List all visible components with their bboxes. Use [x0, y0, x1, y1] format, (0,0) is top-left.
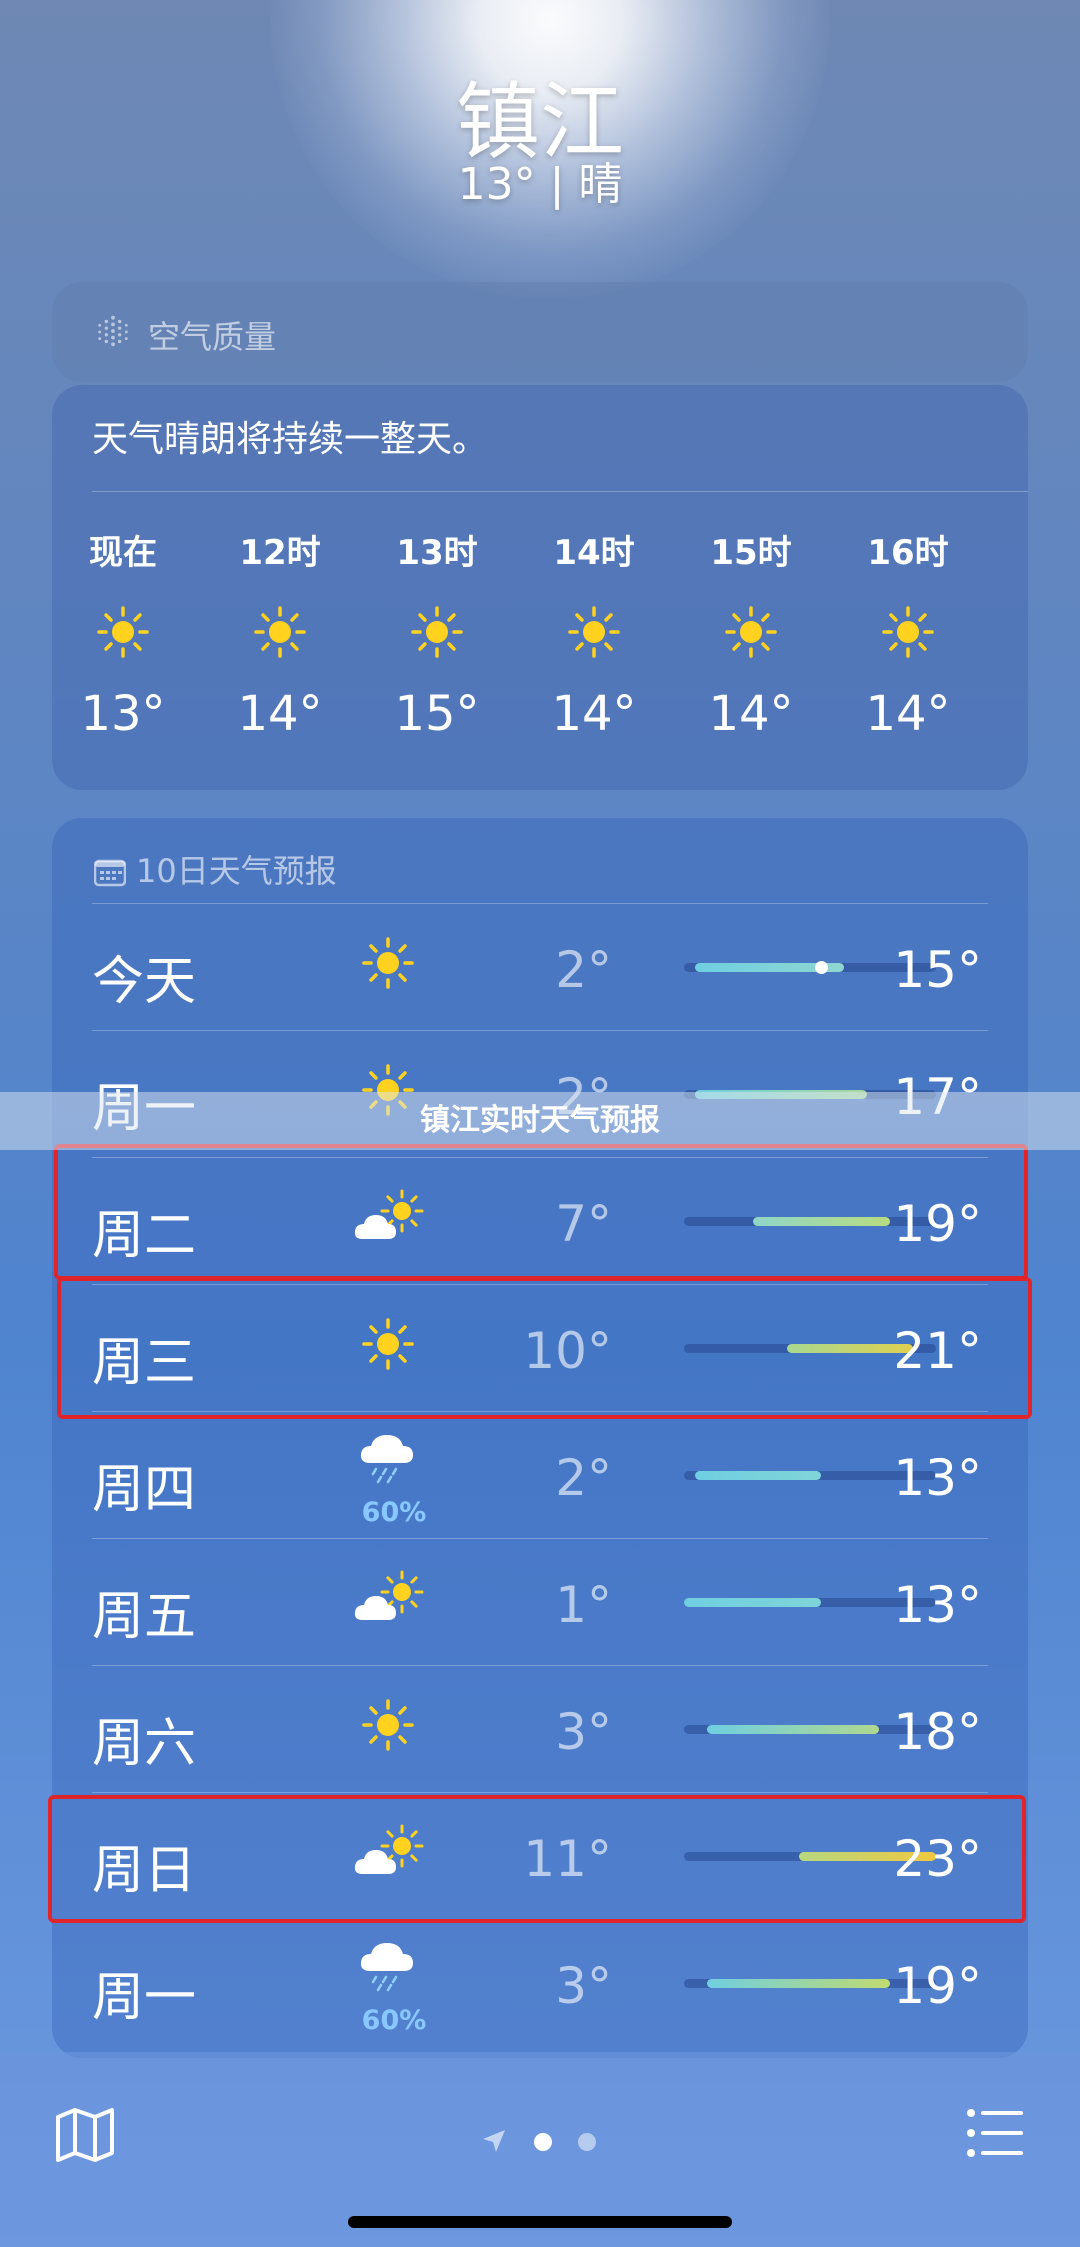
hour-item: 15时 14° [691, 525, 811, 742]
highlight-box-sunday [48, 1795, 1026, 1923]
hourly-forecast-card[interactable]: 天气晴朗将持续一整天。 现在 13° 12时 14° 13时 15° 14时 14° 15时 14… [52, 385, 1028, 790]
daily-row[interactable]: 周六 3° 18° [92, 1665, 988, 1792]
row-divider [92, 1030, 988, 1031]
daily-forecast-title: 10日天气预报 [136, 852, 337, 890]
temp-range-fill [695, 1471, 822, 1480]
daily-row[interactable]: 周一 60% 3° 19° [92, 1919, 988, 2046]
hourly-summary: 天气晴朗将持续一整天。 [92, 419, 489, 460]
sun-icon [725, 606, 777, 658]
hour-temp: 14° [237, 686, 323, 742]
hour-item: 13时 15° [377, 525, 497, 742]
day-label: 周六 [92, 1714, 197, 1774]
page-dot-current[interactable] [534, 2133, 552, 2151]
hour-time: 12时 [239, 533, 321, 573]
map-icon[interactable] [55, 2107, 115, 2163]
sun-icon [254, 606, 306, 658]
sun-icon [97, 606, 149, 658]
air-quality-label: 空气质量 [148, 318, 277, 356]
hour-time: 13时 [396, 533, 478, 573]
title-banner: 镇江实时天气预报 [0, 1092, 1080, 1150]
highlight-box-tuesday [54, 1144, 1028, 1280]
daily-forecast-header: 10日天气预报 [94, 846, 337, 892]
low-temp: 1° [555, 1576, 612, 1634]
air-quality-icon [98, 315, 128, 347]
current-temp-dot [815, 961, 829, 974]
row-divider [92, 1665, 988, 1666]
hour-item: 现在 13° [63, 525, 183, 742]
day-label: 今天 [92, 952, 197, 1012]
list-icon[interactable] [966, 2108, 1024, 2158]
day-label: 周五 [92, 1587, 197, 1647]
hour-temp: 14° [865, 686, 951, 742]
hourly-divider [92, 491, 1028, 492]
home-indicator [348, 2216, 732, 2228]
highlight-box-wednesday [57, 1277, 1032, 1419]
temp-range-fill [684, 1598, 822, 1607]
calendar-icon [94, 859, 126, 887]
hour-item: 14时 14° [534, 525, 654, 742]
hour-time: 14时 [553, 533, 635, 573]
row-divider [92, 903, 988, 904]
high-temp: 15° [893, 941, 982, 999]
high-temp: 18° [893, 1703, 982, 1761]
low-temp: 2° [555, 1449, 612, 1507]
daily-row[interactable]: 周四 60% 2° 13° [92, 1411, 988, 1538]
hour-time: 15时 [710, 533, 792, 573]
day-label: 周一 [92, 1968, 197, 2028]
day-label: 周四 [92, 1460, 197, 1520]
sun-icon [882, 606, 934, 658]
sun-icon [568, 606, 620, 658]
hour-temp: 13° [80, 686, 166, 742]
sun-icon [411, 606, 463, 658]
air-quality-card[interactable]: 空气质量 [52, 282, 1028, 382]
hour-temp: 14° [708, 686, 794, 742]
low-temp: 3° [555, 1703, 612, 1761]
high-temp: 13° [893, 1576, 982, 1634]
row-divider [92, 1792, 988, 1793]
row-divider [92, 1538, 988, 1539]
hour-time: 现在 [89, 533, 157, 573]
high-temp: 19° [893, 1957, 982, 2015]
daily-row[interactable]: 周五 1° 13° [92, 1538, 988, 1665]
hour-temp: 15° [394, 686, 480, 742]
hour-item: 16时 14° [848, 525, 968, 742]
daily-row[interactable]: 今天 2° 15° [92, 903, 988, 1030]
location-arrow-icon[interactable] [481, 2128, 507, 2154]
current-conditions: 13° | 晴 [457, 159, 623, 210]
hour-item: 12时 14° [220, 525, 340, 742]
low-temp: 3° [555, 1957, 612, 2015]
hour-time: 16时 [867, 533, 949, 573]
page-dot[interactable] [578, 2133, 596, 2151]
hour-temp: 14° [551, 686, 637, 742]
high-temp: 13° [893, 1449, 982, 1507]
low-temp: 2° [555, 941, 612, 999]
